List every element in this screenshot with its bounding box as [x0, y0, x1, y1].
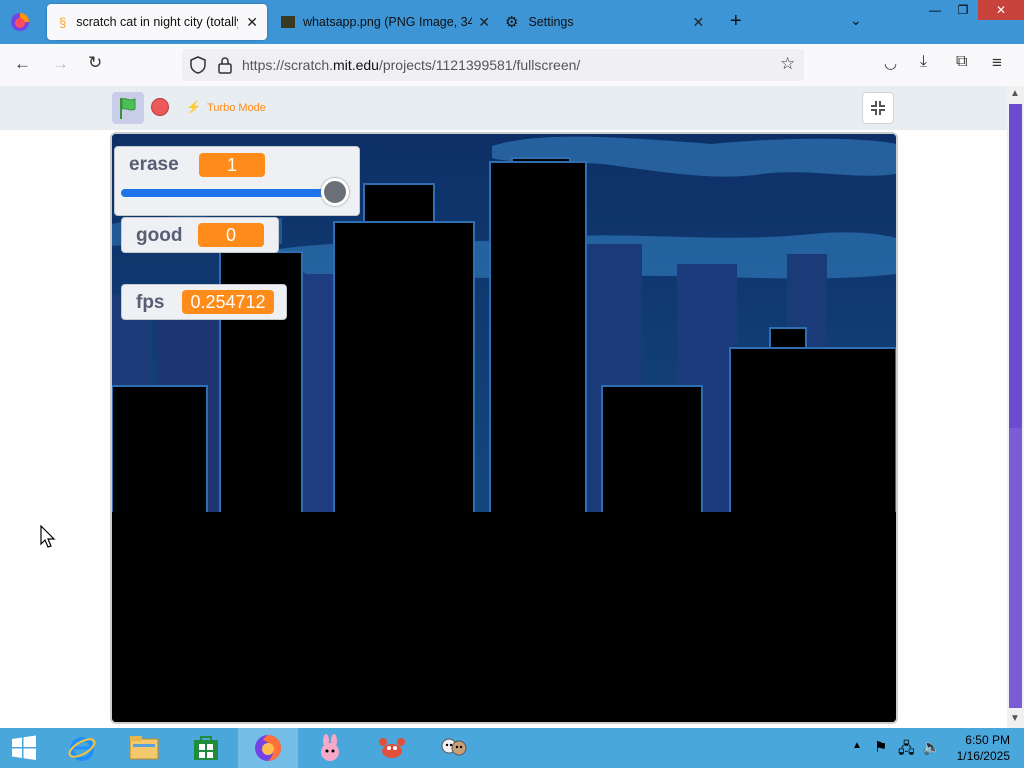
- clock-time: 6:50 PM: [965, 733, 1010, 747]
- clock-date: 1/16/2025: [956, 749, 1010, 763]
- system-clock[interactable]: 6:50 PM 1/16/2025: [957, 732, 1010, 764]
- reload-icon[interactable]: ↻: [88, 53, 102, 73]
- scrollbar-track-lower[interactable]: [1009, 428, 1022, 708]
- tab-whatsapp-image[interactable]: whatsapp.png (PNG Image, 34 ✕: [275, 4, 490, 40]
- turbo-mode-indicator: ⚡ Turbo Mode: [186, 100, 266, 114]
- mouse-cursor-icon: [40, 524, 56, 554]
- stop-icon[interactable]: [151, 98, 169, 116]
- close-tab-icon[interactable]: ✕: [692, 14, 704, 31]
- scrollbar-thumb[interactable]: [1009, 104, 1022, 428]
- characters-app-icon[interactable]: [424, 728, 484, 768]
- monitor-label: fps: [136, 292, 165, 313]
- list-tabs-icon[interactable]: ⌄: [850, 12, 862, 29]
- scratch-tab-icon: §: [59, 14, 67, 30]
- monitor-value: 0: [198, 223, 264, 247]
- bookmark-star-icon[interactable]: ☆: [780, 54, 795, 74]
- shield-icon[interactable]: [190, 56, 206, 79]
- tab-label: scratch cat in night city (totally: [76, 15, 239, 29]
- firefox-menu-icon[interactable]: [10, 12, 30, 32]
- browser-tab-bar: § scratch cat in night city (totally ✕ w…: [0, 0, 1024, 44]
- navigation-bar: ← → ↻ https://scratch.mit.edu/projects/1…: [0, 44, 1024, 87]
- green-flag-icon[interactable]: [112, 92, 144, 124]
- close-tab-icon[interactable]: ✕: [478, 14, 490, 31]
- show-hidden-icons-icon[interactable]: ▲: [852, 740, 862, 751]
- close-window-button[interactable]: ✕: [978, 0, 1024, 20]
- back-icon[interactable]: ←: [14, 54, 31, 74]
- scroll-down-icon[interactable]: ▼: [1010, 713, 1020, 724]
- tab-scratch-project[interactable]: § scratch cat in night city (totally ✕: [47, 4, 267, 40]
- forward-icon[interactable]: →: [52, 54, 69, 74]
- lightning-icon: ⚡: [186, 100, 201, 114]
- action-center-flag-icon[interactable]: ⚑: [874, 738, 887, 756]
- extensions-icon[interactable]: ⧉: [956, 53, 967, 71]
- variable-monitor-fps[interactable]: fps 0.254712: [121, 284, 287, 320]
- windows-logo-icon: [12, 735, 36, 760]
- new-tab-button[interactable]: +: [730, 10, 742, 33]
- url-text[interactable]: https://scratch.mit.edu/projects/1121399…: [242, 57, 580, 73]
- menu-icon[interactable]: ≡: [992, 53, 1002, 73]
- exit-fullscreen-button[interactable]: [862, 92, 894, 124]
- close-tab-icon[interactable]: ✕: [246, 14, 258, 31]
- restore-button[interactable]: ❐: [948, 0, 978, 20]
- variable-monitor-erase[interactable]: erase 1: [114, 146, 360, 216]
- turbo-mode-label: Turbo Mode: [207, 102, 266, 114]
- gear-icon: ⚙: [505, 14, 519, 31]
- windows-taskbar: ▲ ⚑ 🖧 🔈 6:50 PM 1/16/2025: [0, 728, 1024, 768]
- project-stage[interactable]: erase 1 good 0 fps 0.254712: [110, 132, 898, 724]
- internet-explorer-icon[interactable]: [52, 728, 112, 768]
- url-path: /projects/1121399581/fullscreen/: [378, 57, 581, 73]
- monitor-value: 1: [199, 153, 265, 177]
- store-icon[interactable]: [176, 728, 236, 768]
- crab-app-icon[interactable]: [362, 728, 422, 768]
- start-button[interactable]: [0, 728, 48, 768]
- firefox-taskbar-icon[interactable]: [238, 728, 298, 768]
- tab-label: Settings: [528, 15, 574, 29]
- file-explorer-icon[interactable]: [114, 728, 174, 768]
- monitor-value: 0.254712: [182, 290, 274, 314]
- download-icon[interactable]: ⤓: [920, 53, 927, 71]
- tab-settings[interactable]: ⚙ Settings ✕: [500, 4, 715, 40]
- variable-monitor-good[interactable]: good 0: [121, 217, 279, 253]
- minimize-button[interactable]: —: [920, 0, 950, 20]
- url-prefix: https://scratch.: [242, 57, 334, 73]
- erase-slider-track[interactable]: [121, 189, 335, 197]
- image-tab-icon: [281, 16, 295, 28]
- volume-icon[interactable]: 🔈: [922, 738, 941, 756]
- scratch-player-header: ⚡ Turbo Mode: [0, 86, 1007, 130]
- pocket-icon[interactable]: ◡: [884, 54, 897, 72]
- erase-slider-fill: [121, 189, 335, 197]
- monitor-label: erase: [129, 154, 179, 175]
- url-domain: mit.edu: [333, 57, 379, 73]
- url-bar[interactable]: https://scratch.mit.edu/projects/1121399…: [182, 49, 804, 81]
- lock-icon[interactable]: [218, 56, 232, 79]
- scroll-up-icon[interactable]: ▲: [1010, 88, 1020, 99]
- pink-bunny-app-icon[interactable]: [300, 728, 360, 768]
- erase-slider-handle[interactable]: [321, 178, 349, 206]
- network-icon[interactable]: 🖧: [898, 738, 915, 763]
- tab-label: whatsapp.png (PNG Image, 34: [302, 15, 473, 29]
- monitor-label: good: [136, 225, 183, 246]
